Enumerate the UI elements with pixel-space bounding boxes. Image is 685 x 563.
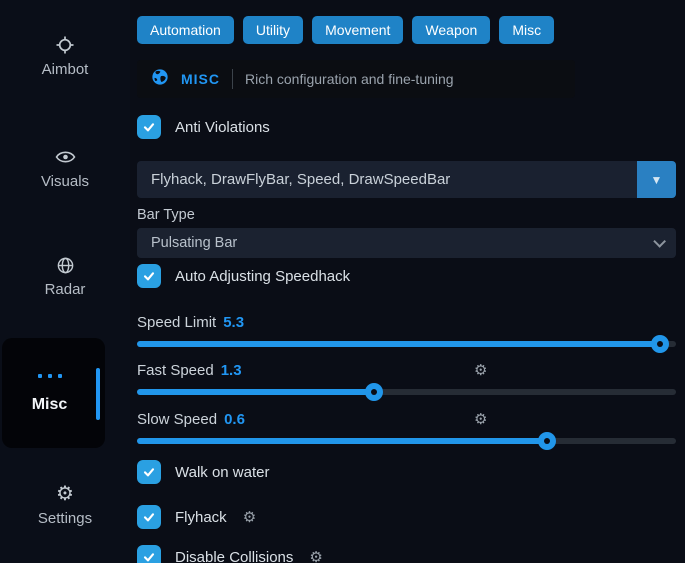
select-value: Pulsating Bar bbox=[151, 235, 237, 251]
tab-automation[interactable]: Automation bbox=[137, 16, 234, 44]
checkbox-label: Flyhack bbox=[175, 509, 227, 526]
bar-type-select[interactable]: Pulsating Bar bbox=[137, 228, 676, 258]
gear-icon[interactable]: ⚙ bbox=[474, 361, 487, 379]
triangle-down-icon: ▼ bbox=[651, 173, 663, 187]
anti-violations-checkbox[interactable] bbox=[137, 115, 161, 139]
flyhack-row: Flyhack ⚙ bbox=[137, 505, 676, 529]
tab-weapon[interactable]: Weapon bbox=[412, 16, 490, 44]
sidebar-item-aimbot[interactable]: Aimbot bbox=[0, 34, 130, 78]
sidebar-item-label: Radar bbox=[0, 281, 130, 298]
sidebar-item-label: Aimbot bbox=[0, 61, 130, 78]
tab-misc[interactable]: Misc bbox=[499, 16, 554, 44]
slider-label: Fast Speed bbox=[137, 362, 214, 379]
check-icon bbox=[141, 268, 157, 284]
divider bbox=[232, 69, 233, 89]
sidebar-item-settings[interactable]: ⚙ Settings bbox=[0, 483, 130, 527]
gear-icon[interactable]: ⚙ bbox=[474, 410, 487, 428]
auto-adjusting-row: Auto Adjusting Speedhack bbox=[137, 264, 676, 288]
slow-speed-slider[interactable] bbox=[137, 438, 676, 444]
chevron-down-icon bbox=[653, 235, 666, 248]
disable-collisions-row: Disable Collisions ⚙ bbox=[137, 545, 676, 563]
section-title: MISC bbox=[181, 71, 220, 87]
feature-multiselect: Flyhack, DrawFlyBar, Speed, DrawSpeedBar… bbox=[137, 161, 676, 198]
section-subtitle: Rich configuration and fine-tuning bbox=[245, 71, 454, 87]
tab-utility[interactable]: Utility bbox=[243, 16, 303, 44]
slow-speed-header: Slow Speed 0.6 ⚙ bbox=[137, 409, 676, 429]
sidebar-item-label: Misc bbox=[2, 396, 97, 414]
fast-speed-header: Fast Speed 1.3 ⚙ bbox=[137, 360, 676, 380]
walk-on-water-checkbox[interactable] bbox=[137, 460, 161, 484]
sidebar-item-label: Settings bbox=[0, 510, 130, 527]
speed-limit-header: Speed Limit 5.3 bbox=[137, 312, 676, 332]
slider-value: 1.3 bbox=[221, 362, 242, 379]
bar-type-label: Bar Type bbox=[137, 207, 676, 223]
slider-thumb[interactable] bbox=[651, 335, 669, 353]
sidebar-item-visuals[interactable]: Visuals bbox=[0, 146, 130, 190]
gear-icon: ⚙ bbox=[0, 483, 130, 505]
anti-violations-row: Anti Violations bbox=[137, 115, 676, 139]
slider-thumb[interactable] bbox=[365, 383, 383, 401]
check-icon bbox=[141, 509, 157, 525]
slider-label: Speed Limit bbox=[137, 314, 216, 331]
slider-value: 5.3 bbox=[223, 314, 244, 331]
check-icon bbox=[141, 464, 157, 480]
slider-thumb[interactable] bbox=[538, 432, 556, 450]
tab-movement[interactable]: Movement bbox=[312, 16, 403, 44]
sidebar-item-misc-active[interactable]: Misc bbox=[2, 338, 105, 448]
auto-adjusting-checkbox[interactable] bbox=[137, 264, 161, 288]
multiselect-dropdown-button[interactable]: ▼ bbox=[637, 161, 676, 198]
fast-speed-slider[interactable] bbox=[137, 389, 676, 395]
crosshair-icon bbox=[0, 34, 130, 56]
slider-value: 0.6 bbox=[224, 411, 245, 428]
main-panel: Automation Utility Movement Weapon Misc … bbox=[130, 0, 685, 563]
slider-label: Slow Speed bbox=[137, 411, 217, 428]
gear-icon[interactable]: ⚙ bbox=[309, 548, 322, 563]
sidebar: Aimbot Visuals Radar Misc ⚙ Settings bbox=[0, 0, 130, 563]
slider-fill bbox=[137, 389, 374, 395]
checkbox-label: Disable Collisions bbox=[175, 549, 293, 563]
disable-collisions-checkbox[interactable] bbox=[137, 545, 161, 563]
check-icon bbox=[141, 119, 157, 135]
sidebar-item-label: Visuals bbox=[0, 173, 130, 190]
checkbox-label: Anti Violations bbox=[175, 119, 270, 136]
slider-fill bbox=[137, 341, 660, 347]
check-icon bbox=[141, 549, 157, 563]
checkbox-label: Auto Adjusting Speedhack bbox=[175, 268, 350, 285]
eye-icon bbox=[0, 146, 130, 168]
globe-icon bbox=[0, 254, 130, 276]
section-header: MISC Rich configuration and fine-tuning bbox=[137, 60, 575, 98]
walk-on-water-row: Walk on water bbox=[137, 460, 676, 484]
multiselect-value[interactable]: Flyhack, DrawFlyBar, Speed, DrawSpeedBar bbox=[137, 161, 637, 198]
category-tabs: Automation Utility Movement Weapon Misc bbox=[137, 16, 676, 44]
globe-icon bbox=[151, 68, 169, 91]
slider-fill bbox=[137, 438, 547, 444]
active-indicator-bar bbox=[96, 368, 100, 420]
gear-icon[interactable]: ⚙ bbox=[243, 508, 256, 526]
speed-limit-slider[interactable] bbox=[137, 341, 676, 347]
ellipsis-icon bbox=[2, 374, 97, 378]
checkbox-label: Walk on water bbox=[175, 464, 269, 481]
sidebar-item-radar[interactable]: Radar bbox=[0, 254, 130, 298]
flyhack-checkbox[interactable] bbox=[137, 505, 161, 529]
